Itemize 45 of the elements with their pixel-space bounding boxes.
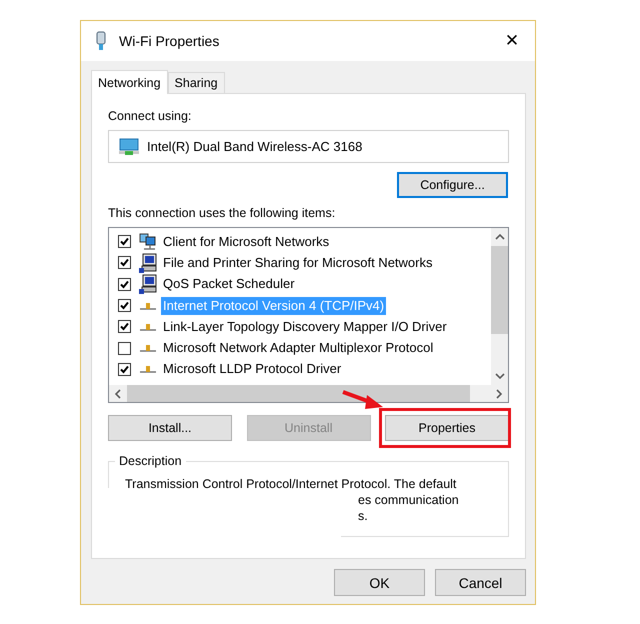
window-title: Wi-Fi Properties [119, 33, 220, 49]
dialog-button[interactable]: OK [334, 569, 425, 596]
tab[interactable]: Networking [91, 70, 168, 94]
checkbox[interactable] [118, 256, 131, 270]
checkbox[interactable] [118, 299, 131, 312]
action-button[interactable]: Properties [385, 415, 509, 441]
network-adapter-icon [119, 138, 139, 156]
description-text: es communication [357, 492, 460, 508]
checkbox[interactable] [118, 278, 131, 291]
checkbox[interactable] [118, 320, 131, 334]
scroll-left-icon[interactable] [114, 388, 122, 398]
scroll-up-icon[interactable] [494, 233, 504, 241]
computer-icon [139, 274, 157, 294]
items-label: This connection uses the following items: [108, 205, 336, 221]
computer-icon [139, 252, 157, 273]
item-label[interactable]: Microsoft Network Adapter Multiplexor Protocol [161, 339, 436, 358]
adapter-name: Intel(R) Dual Band Wireless-AC 3168 [147, 139, 362, 154]
scroll-right-icon[interactable] [495, 388, 503, 398]
description-title: Description [115, 454, 186, 468]
action-button[interactable]: Install... [108, 415, 232, 441]
scroll-down-icon[interactable] [494, 372, 504, 380]
checkbox[interactable] [118, 235, 131, 248]
protocol-icon [139, 343, 157, 354]
pointer-arrow [341, 389, 385, 411]
protocol-icon [139, 364, 157, 374]
item-label[interactable]: Link-Layer Topology Discovery Mapper I/O Driver [161, 318, 449, 336]
horizontal-scrollbar[interactable] [109, 385, 508, 402]
tab[interactable]: Sharing [168, 72, 225, 93]
item-label[interactable]: Client for Microsoft Networks [161, 232, 332, 251]
description-text: s. [357, 508, 369, 524]
item-label[interactable]: Microsoft LLDP Protocol Driver [161, 360, 344, 378]
item-label[interactable]: File and Printer Sharing for Microsoft Networks [161, 254, 434, 272]
item-label[interactable]: QoS Packet Scheduler [161, 275, 297, 294]
protocol-icon [139, 300, 157, 311]
network-computers-icon [139, 232, 157, 251]
connect-using-label: Connect using: [108, 108, 192, 124]
protocol-icon [139, 322, 157, 332]
adapter-icon [95, 31, 107, 51]
configure-button[interactable]: Configure... [397, 172, 508, 198]
vertical-scrollbar[interactable] [491, 228, 508, 385]
dialog-button[interactable]: Cancel [435, 569, 526, 596]
close-button[interactable]: ✕ [489, 21, 535, 61]
checkbox[interactable] [118, 342, 131, 355]
checkbox[interactable] [118, 362, 131, 376]
description-text: Transmission Control Protocol/Internet Protocol. The default [125, 476, 458, 492]
